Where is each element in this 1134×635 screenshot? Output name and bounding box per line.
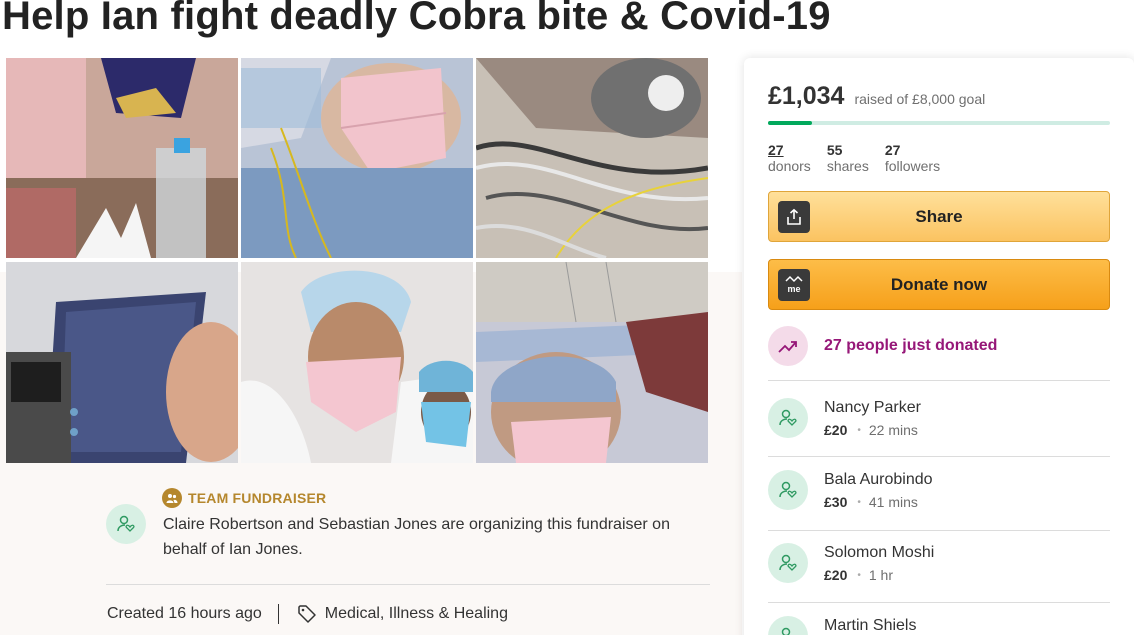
stat-shares-label: shares (826, 158, 869, 174)
stat-shares: 55 shares (827, 142, 869, 174)
stat-followers-label: followers (884, 158, 941, 174)
svg-text:me: me (787, 284, 800, 294)
donor-time: 41 mins (868, 494, 918, 510)
team-fundraiser-text: TEAM FUNDRAISER (188, 490, 327, 506)
donor-list-divider (768, 380, 1110, 381)
gofundme-logo-icon: me (778, 269, 810, 301)
progress-fill (768, 121, 813, 125)
donor-dot: • (857, 496, 861, 508)
stat-followers: 27 followers (885, 142, 940, 174)
stat-donors[interactable]: 27 donors (768, 142, 811, 174)
share-button[interactable]: Share (768, 191, 1110, 242)
share-icon (778, 201, 810, 233)
donor-avatar-icon (768, 543, 808, 583)
team-icon (162, 488, 182, 508)
donor-item: Nancy Parker £20 • 22 mins (768, 398, 921, 438)
collage-photo-6 (476, 262, 708, 463)
donor-item: Solomon Moshi £20 • 1 hr (768, 543, 934, 583)
donor-amount: £30 (824, 494, 848, 510)
goal-text: raised of £8,000 goal (854, 91, 986, 107)
organizer-avatar[interactable] (106, 504, 146, 544)
stats-row: 27 donors 55 shares 27 followers (768, 142, 940, 174)
donor-dot: • (857, 424, 861, 436)
recent-donations-row: 27 people just donated (768, 326, 997, 366)
donor-dot: • (857, 569, 861, 581)
tag-icon (297, 604, 317, 624)
created-time: Created 16 hours ago (107, 605, 262, 622)
donor-list-divider (768, 456, 1110, 457)
category-link[interactable]: Medical, Illness & Healing (325, 605, 508, 623)
donor-list-divider (768, 602, 1110, 603)
donor-avatar-icon (768, 398, 808, 438)
amount-row: £1,034 raised of £8,000 goal (768, 82, 985, 111)
donor-amount: £20 (824, 567, 848, 583)
recent-donations-text: 27 people just donated (824, 337, 998, 354)
donor-item: Bala Aurobindo £30 • 41 mins (768, 470, 933, 510)
collage-photo-5 (241, 262, 473, 463)
stat-shares-count: 55 (826, 142, 843, 158)
trending-icon (768, 326, 808, 366)
donor-time: 1 hr (868, 567, 893, 583)
donor-name: Nancy Parker (824, 399, 921, 416)
donor-avatar-icon (768, 470, 808, 510)
donate-button-label: Donate now (890, 274, 988, 294)
stat-followers-count: 27 (884, 142, 901, 158)
donor-list-divider (768, 530, 1110, 531)
donor-name: Solomon Moshi (824, 544, 935, 561)
raised-amount: £1,034 (768, 82, 845, 110)
collage-photo-2 (241, 58, 473, 258)
progress-bar (768, 121, 1110, 125)
stat-donors-label: donors (768, 158, 811, 174)
donor-item: Martin Shiels (768, 616, 916, 635)
donor-name: Bala Aurobindo (824, 471, 933, 488)
donor-name: Martin Shiels (824, 617, 917, 634)
page-title: Help Ian fight deadly Cobra bite & Covid… (2, 0, 831, 38)
meta-separator (277, 604, 279, 624)
collage-photo-1 (6, 58, 238, 258)
donor-avatar-icon (768, 616, 808, 635)
team-fundraiser-label: TEAM FUNDRAISER (162, 488, 326, 508)
share-button-label: Share (915, 206, 963, 226)
photo-collage[interactable] (6, 58, 708, 463)
stat-donors-count: 27 (768, 142, 784, 158)
donor-time: 22 mins (868, 422, 918, 438)
user-heart-icon (117, 515, 135, 532)
donation-card: £1,034 raised of £8,000 goal 27 donors 5… (744, 58, 1134, 635)
organizer-divider (106, 584, 710, 585)
collage-photo-3 (476, 58, 708, 258)
donor-amount: £20 (824, 422, 848, 438)
fundraiser-meta: Created 16 hours ago Medical, Illness & … (107, 604, 508, 624)
collage-photo-4 (6, 262, 238, 463)
donate-button[interactable]: me Donate now (768, 259, 1110, 310)
organizer-description: Claire Robertson and Sebastian Jones are… (163, 516, 670, 558)
